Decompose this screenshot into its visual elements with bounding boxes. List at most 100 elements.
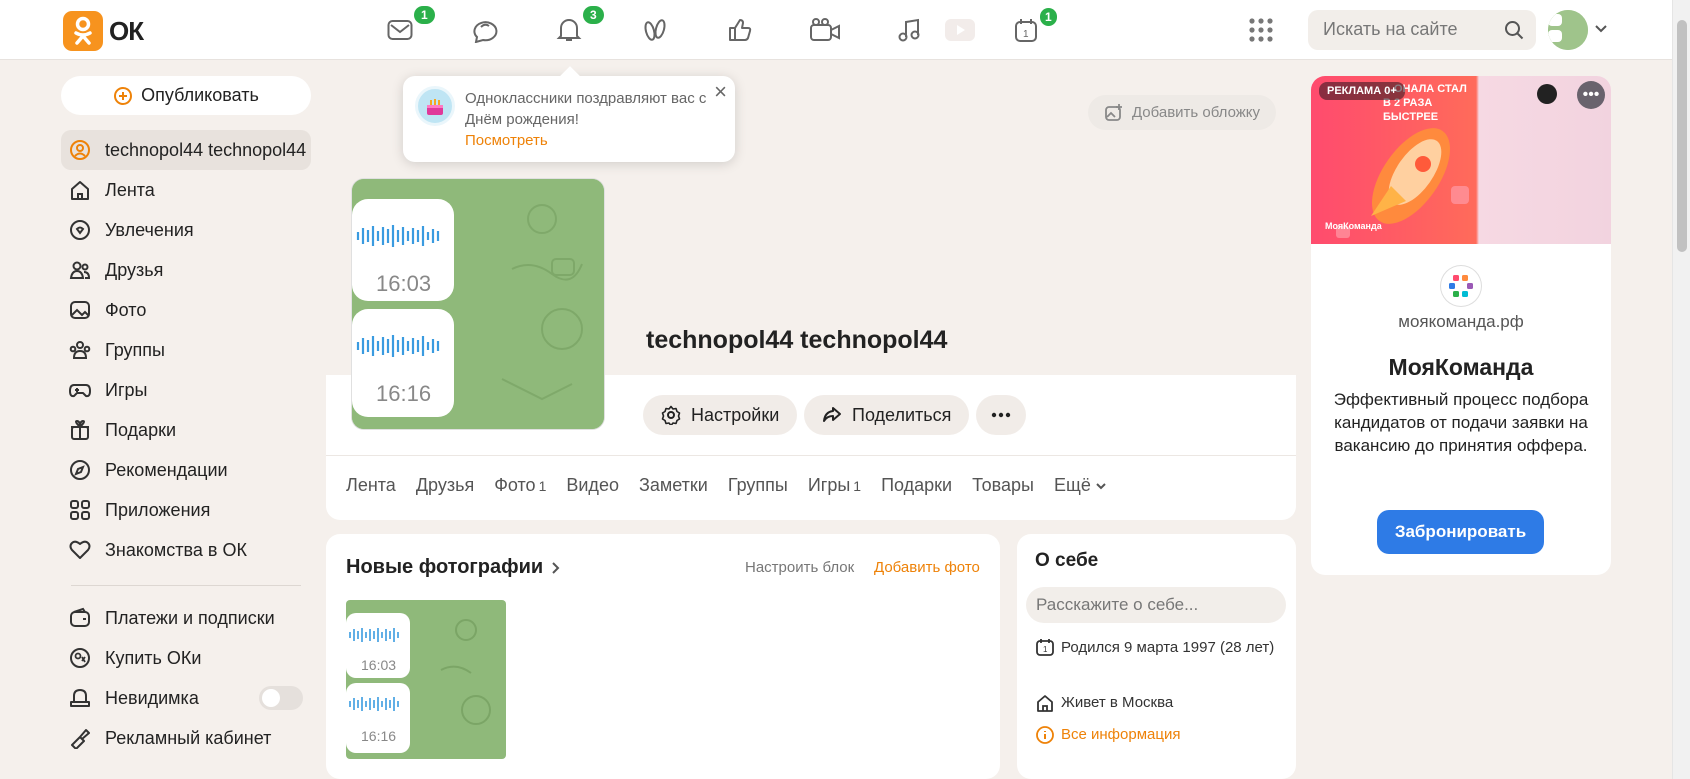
sidebar-nav: technopol44 technopol44 Лента Увлечения … [61,130,311,758]
chevron-down-icon[interactable] [1594,24,1608,34]
tab-notes[interactable]: Заметки [639,475,708,496]
home-icon [71,181,89,200]
events-calendar-icon[interactable]: 1 [1010,14,1042,46]
sidebar-item-apps[interactable]: Приложения [61,490,311,530]
sidebar-item-label: Увлечения [105,219,194,240]
sidebar-item-ads-cabinet[interactable]: Рекламный кабинет [61,718,311,758]
ok-logo-icon [63,11,103,51]
close-icon[interactable]: × [714,81,727,103]
scrollbar-thumb[interactable] [1677,20,1687,252]
tab-groups[interactable]: Группы [728,475,788,496]
ad-book-button[interactable]: Забронировать [1377,510,1544,554]
tab-video[interactable]: Видео [566,475,619,496]
birthday-row: 1 Родился 9 марта 1997 (28 лет) [1035,637,1275,659]
profile-tabs: Лента Друзья Фото 1 Видео Заметки Группы … [346,475,1107,496]
sidebar-item-label: Группы [105,339,165,360]
user-avatar[interactable] [1548,10,1588,50]
sidebar-item-games[interactable]: Игры [61,370,311,410]
ok-logo-text: ОК [109,15,144,46]
tab-feed[interactable]: Лента [346,475,396,496]
sidebar-item-feed[interactable]: Лента [61,170,311,210]
video-calls-icon[interactable] [809,14,841,46]
share-button[interactable]: Поделиться [804,395,970,435]
sidebar-item-recommendations[interactable]: Рекомендации [61,450,311,490]
plus-circle-icon [113,86,133,106]
gamepad-icon [69,384,91,398]
sidebar-item-label: Лента [105,179,155,200]
page-scrollbar[interactable] [1672,0,1690,779]
guests-icon[interactable] [639,14,671,46]
gift-icon [71,419,89,440]
all-info-text: Все информация [1061,726,1181,743]
notifications-icon[interactable] [553,14,585,46]
music-icon[interactable] [893,14,925,46]
photo-time-2: 16:16 [376,381,431,406]
profile-photo[interactable]: 16:03 16:16 [352,179,604,429]
ad-brand-logo [1441,266,1481,306]
sidebar-item-profile[interactable]: technopol44 technopol44 [61,130,311,170]
ad-more-icon[interactable]: ••• [1577,81,1605,109]
tab-games[interactable]: Игры 1 [808,475,861,496]
publish-button[interactable]: Опубликовать [61,76,311,115]
invisible-toggle[interactable] [259,686,303,710]
profile-tabs-divider [326,455,1296,456]
sidebar-item-invisible[interactable]: Невидимка [61,678,311,718]
ad-banner-image[interactable]: …ОНАЛА СТАЛ В 2 РАЗА БЫСТРЕЕ МояКоманда … [1311,76,1611,244]
search-icon[interactable] [1504,20,1524,40]
sidebar-item-hobbies[interactable]: Увлечения [61,210,311,250]
friends-icon [69,261,91,279]
more-actions-button[interactable] [976,395,1026,435]
ok-logo[interactable]: ОК [63,11,144,51]
chevron-down-icon [1096,482,1106,489]
more-dots-icon [991,412,1011,418]
tab-gifts[interactable]: Подарки [881,475,952,496]
sidebar-item-payments[interactable]: Платежи и подписки [61,598,311,638]
sidebar-item-buy-oks[interactable]: Купить ОКи [61,638,311,678]
search-input[interactable]: Искать на сайте [1308,10,1536,50]
video-icon[interactable] [944,14,976,46]
sidebar-item-label: Приложения [105,499,211,520]
sidebar-item-gifts[interactable]: Подарки [61,410,311,450]
configure-block-link[interactable]: Настроить блок [745,559,854,576]
sidebar-item-label: Рекламный кабинет [105,727,272,748]
settings-button[interactable]: Настройки [643,395,798,435]
sidebar-item-photos[interactable]: Фото [61,290,311,330]
ad-card[interactable]: …ОНАЛА СТАЛ В 2 РАЗА БЫСТРЕЕ МояКоманда … [1311,76,1611,575]
birthday-text: Родился 9 марта 1997 (28 лет) [1061,639,1275,656]
messages-badge: 1 [414,6,435,24]
tab-more[interactable]: Ещё [1054,475,1107,496]
notification-text: Одноклассники поздравляют вас с Днём рож… [465,90,707,128]
likes-icon[interactable] [724,14,756,46]
add-cover-button[interactable]: Добавить обложку [1088,95,1276,130]
notification-link[interactable]: Посмотреть [465,130,721,151]
add-photo-link[interactable]: Добавить фото [874,559,980,576]
hobbies-icon [70,220,90,240]
groups-icon [69,341,91,359]
ad-label: РЕКЛАМА 0+ [1319,82,1405,100]
apps-grid-icon[interactable] [1248,17,1274,43]
sidebar-item-label: Знакомства в ОК [105,539,247,560]
discussions-icon[interactable] [469,14,501,46]
tab-goods[interactable]: Товары [972,475,1034,496]
sidebar-item-label: Рекомендации [105,459,228,480]
sidebar-item-dating[interactable]: Знакомства в ОК [61,530,311,570]
ad-title[interactable]: МояКоманда [1311,354,1611,381]
about-title: О себе [1035,550,1099,571]
all-info-link[interactable]: Все информация [1035,725,1180,745]
about-input[interactable]: Расскажите о себе... [1026,587,1286,623]
photo-thumbnail[interactable]: 16:03 16:16 [346,600,506,759]
wallet-icon [70,607,90,627]
location-row: Живет в Москва [1035,693,1173,713]
sidebar-item-label: Друзья [105,259,164,280]
tab-photos[interactable]: Фото 1 [494,475,546,496]
birthday-notification: × Одноклассники поздравляют вас с Днём р… [403,76,735,162]
settings-label: Настройки [691,404,780,425]
info-icon [1036,726,1054,744]
new-photos-header[interactable]: Новые фотографии [346,556,561,579]
sidebar-item-groups[interactable]: Группы [61,330,311,370]
sidebar-item-friends[interactable]: Друзья [61,250,311,290]
invisible-icon [70,689,90,707]
ad-domain[interactable]: моякоманда.рф [1311,312,1611,332]
tab-friends[interactable]: Друзья [416,475,474,496]
messages-icon[interactable] [384,14,416,46]
